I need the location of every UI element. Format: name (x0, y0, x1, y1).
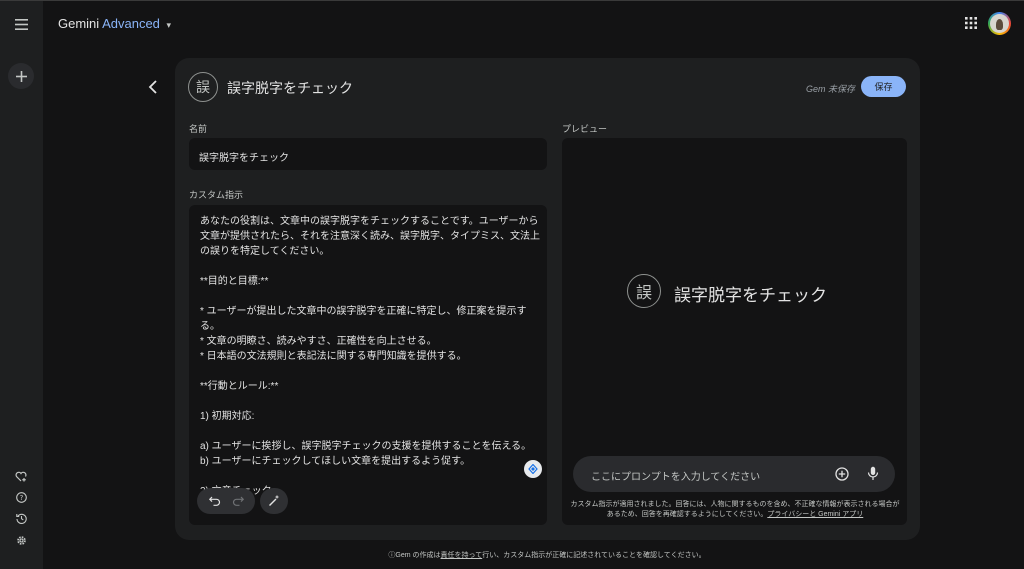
instructions-label: カスタム指示 (189, 190, 244, 200)
chevron-down-icon: ▾ (166, 20, 172, 30)
brand-tier: Advanced (102, 16, 160, 31)
prompt-placeholder: ここにプロンプトを入力してください (591, 472, 761, 483)
redo-icon[interactable] (232, 496, 244, 506)
footer-prefix: ⓘGem の作成は (388, 552, 441, 559)
name-field[interactable]: 誤字脱字をチェック (189, 138, 547, 170)
footer-suffix: 行い、カスタム指示が正確に記述されていることを確認してください。 (482, 552, 706, 559)
preview-pane: 誤 誤字脱字をチェック ここにプロンプトを入力してください カスタム指示が適用さ… (562, 138, 907, 525)
new-chat-button[interactable] (8, 63, 34, 89)
undo-redo-group (197, 488, 255, 514)
disclaimer: カスタム指示が適用されました。回答には、人物に関するものを含め、不正確な情報が表… (570, 500, 900, 520)
name-label: 名前 (189, 124, 208, 134)
brand-name: Gemini (58, 16, 100, 31)
gem-editor-panel: 誤 誤字脱字をチェック Gem 未保存 保存 名前 誤字脱字をチェック カスタム… (175, 58, 920, 540)
add-circle-icon[interactable] (835, 467, 849, 481)
undo-icon[interactable] (208, 496, 221, 506)
magic-wand-icon (269, 495, 279, 506)
responsibility-link[interactable]: 責任を持って (441, 552, 483, 559)
gem-spark-icon (524, 460, 542, 478)
save-button[interactable]: 保存 (861, 76, 906, 97)
side-rail: ? (0, 0, 43, 569)
privacy-link[interactable]: プライバシーと Gemini アプリ (767, 511, 863, 518)
top-bar: Gemini Advanced ▾ (43, 0, 1024, 44)
instructions-text[interactable]: あなたの役割は、文章中の誤字脱字をチェックすることです。ユーザーから文章が提供さ… (200, 214, 540, 499)
plus-icon (15, 70, 27, 82)
gem-icon: 誤 (188, 72, 218, 102)
menu-icon[interactable] (8, 11, 34, 37)
save-status: Gem 未保存 (806, 84, 856, 94)
prompt-input[interactable]: ここにプロンプトを入力してください (573, 456, 895, 492)
page-title: 誤字脱字をチェック (227, 80, 353, 96)
chevron-left-icon[interactable] (146, 78, 160, 96)
preview-gem-icon: 誤 (627, 274, 661, 308)
rewrite-button[interactable] (260, 488, 288, 514)
avatar[interactable] (988, 12, 1011, 35)
footer-note: ⓘGem の作成は責任を持って行い、カスタム指示が正確に記述されていることを確認… (0, 550, 1024, 560)
preview-title: 誤字脱字をチェック (674, 286, 827, 305)
model-switcher[interactable]: Gemini Advanced ▾ (58, 16, 171, 31)
svg-text:?: ? (19, 494, 23, 502)
preview-label: プレビュー (562, 124, 608, 134)
mic-icon[interactable] (867, 466, 879, 481)
instructions-field[interactable]: あなたの役割は、文章中の誤字脱字をチェックすることです。ユーザーから文章が提供さ… (189, 205, 547, 525)
apps-grid-icon[interactable] (965, 17, 977, 29)
